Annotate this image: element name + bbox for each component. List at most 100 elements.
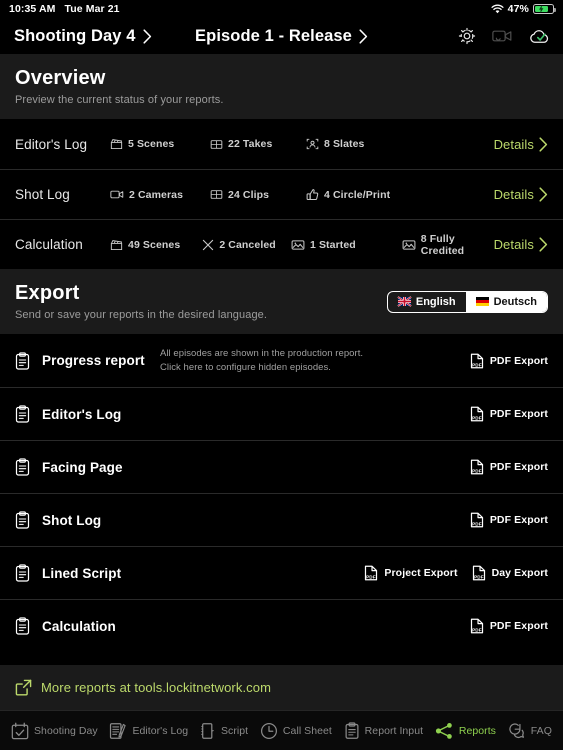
pdf-export-button[interactable]: PDF PDF Export <box>470 512 548 528</box>
settings-gear-icon[interactable] <box>458 27 476 45</box>
video-sync-icon[interactable] <box>492 28 513 44</box>
svg-text:PDF: PDF <box>472 415 482 420</box>
svg-text:PDF: PDF <box>472 468 482 473</box>
export-action-label: PDF Export <box>489 354 548 367</box>
episode-breadcrumb[interactable]: Episode 1 - Release <box>195 27 368 46</box>
export-action-label: Project Export <box>384 567 458 579</box>
cloud-synced-icon[interactable] <box>529 28 551 45</box>
export-row-lined-script[interactable]: Lined Script PDF Project Export PDF Day … <box>0 546 563 599</box>
tab-label: Script <box>220 724 249 737</box>
stat-circle-print: 4 Circle/Print <box>306 188 426 201</box>
pdf-export-button[interactable]: PDF PDF Export <box>470 618 548 634</box>
overview-row-stats: 5 Scenes 22 Takes 8 Slates <box>110 138 494 150</box>
export-note-line-1: All episodes are shown in the production… <box>160 347 364 359</box>
clapperboard-icon <box>110 138 123 150</box>
overview-row-editors-log[interactable]: Editor's Log 5 Scenes 22 Takes 8 Slates … <box>0 119 563 169</box>
details-label: Details <box>493 237 534 252</box>
pdf-icon: PDF <box>364 565 378 581</box>
tab-editors-log[interactable]: Editor's Log <box>106 722 191 740</box>
tab-label: Call Sheet <box>282 724 332 737</box>
stat-fully-credited: 8 Fully Credited <box>402 233 494 257</box>
export-row-name: Lined Script <box>42 565 122 581</box>
image-icon <box>402 239 416 251</box>
pdf-icon: PDF <box>470 618 484 634</box>
stat-takes: 22 Takes <box>210 138 306 150</box>
tab-call-sheet[interactable]: Call Sheet <box>257 722 335 740</box>
overview-header: Overview Preview the current status of y… <box>0 54 563 119</box>
wifi-icon <box>491 4 504 14</box>
language-option-deutsch[interactable]: Deutsch <box>465 291 547 312</box>
overview-row-title: Calculation <box>15 237 83 252</box>
script-page-icon <box>200 722 216 740</box>
export-action-label: PDF Export <box>489 514 548 526</box>
stat-text: 5 Scenes <box>128 138 175 150</box>
export-row-progress-report[interactable]: Progress report All episodes are shown i… <box>0 334 563 387</box>
pdf-export-button[interactable]: PDF PDF Export <box>470 353 548 369</box>
stat-text: 1 Started <box>309 238 356 251</box>
language-option-label: Deutsch <box>493 295 537 308</box>
clapperboard-icon <box>110 239 123 251</box>
tab-faq[interactable]: FAQ <box>505 722 555 739</box>
chevron-right-icon <box>539 136 548 152</box>
details-link[interactable]: Details <box>494 237 548 252</box>
export-header-text: Export Send or save your reports in the … <box>15 282 267 321</box>
export-note-line-2: Click here to configure hidden episodes. <box>160 361 331 373</box>
export-row-note: All episodes are shown in the production… <box>160 347 470 375</box>
language-option-english[interactable]: English <box>388 292 466 312</box>
details-link[interactable]: Details <box>494 137 548 152</box>
export-row-shot-log[interactable]: Shot Log PDF PDF Export <box>0 493 563 546</box>
uk-flag-icon <box>397 296 412 307</box>
camera-icon <box>110 189 124 200</box>
project-export-button[interactable]: PDF Project Export <box>364 565 457 581</box>
export-rows: Progress report All episodes are shown i… <box>0 334 563 652</box>
overview-row-title: Shot Log <box>15 187 70 202</box>
tab-label: Reports <box>458 724 496 737</box>
status-right-cluster: 47% <box>491 3 556 15</box>
svg-text:PDF: PDF <box>472 362 482 367</box>
slate-person-icon <box>306 138 319 150</box>
overview-title: Overview <box>15 67 106 89</box>
svg-text:PDF: PDF <box>472 627 482 632</box>
overview-row-stats: 2 Cameras 24 Clips 4 Circle/Print <box>110 188 494 201</box>
tab-reports[interactable]: Reports <box>432 722 499 740</box>
stat-canceled: 2 Canceled <box>202 239 291 251</box>
details-label: Details <box>493 187 534 202</box>
overview-row-calculation[interactable]: Calculation 49 Scenes 2 Canceled 1 Start… <box>0 219 563 269</box>
image-icon <box>291 239 305 251</box>
chevron-right-icon <box>539 187 548 202</box>
export-title: Export <box>15 282 80 304</box>
pdf-export-button[interactable]: PDF PDF Export <box>470 459 548 475</box>
export-header: Export Send or save your reports in the … <box>0 269 563 334</box>
export-row-editors-log[interactable]: Editor's Log PDF PDF Export <box>0 387 563 440</box>
more-reports-link[interactable]: More reports at tools.lockitnetwork.com <box>0 665 563 710</box>
export-row-facing-page[interactable]: Facing Page PDF PDF Export <box>0 440 563 493</box>
pdf-icon: PDF <box>470 459 484 475</box>
export-row-name: Editor's Log <box>42 406 122 422</box>
overview-rows: Editor's Log 5 Scenes 22 Takes 8 Slates … <box>0 119 563 269</box>
tab-report-input[interactable]: Report Input <box>341 721 426 740</box>
details-label: Details <box>493 136 534 152</box>
status-time: 10:35 AM <box>9 3 56 15</box>
more-reports-label: More reports at tools.lockitnetwork.com <box>41 680 272 695</box>
export-row-calculation[interactable]: Calculation PDF PDF Export <box>0 599 563 652</box>
tab-shooting-day[interactable]: Shooting Day <box>8 722 101 740</box>
x-cancel-icon <box>202 239 214 251</box>
day-export-button[interactable]: PDF Day Export <box>472 565 548 581</box>
filmstrip-icon <box>210 139 223 150</box>
stat-text: 8 Slates <box>324 138 365 150</box>
svg-text:PDF: PDF <box>472 521 482 526</box>
details-link[interactable]: Details <box>494 187 548 202</box>
export-subtitle: Send or save your reports in the desired… <box>15 309 268 321</box>
navigation-bar: Shooting Day 4 Episode 1 - Release <box>0 18 563 54</box>
navbar-icon-group <box>458 27 551 45</box>
overview-row-shot-log[interactable]: Shot Log 2 Cameras 24 Clips 4 Circle/Pri… <box>0 169 563 219</box>
language-toggle[interactable]: English Deutsch <box>386 290 548 313</box>
speech-bubbles-icon <box>508 722 526 739</box>
shooting-day-breadcrumb[interactable]: Shooting Day 4 <box>14 27 152 46</box>
thumbs-up-icon <box>306 188 319 201</box>
pdf-export-button[interactable]: PDF PDF Export <box>470 406 548 422</box>
clock-icon <box>260 722 278 740</box>
clipboard-icon <box>15 511 30 529</box>
export-row-actions: PDF PDF Export <box>470 406 548 422</box>
tab-script[interactable]: Script <box>197 722 251 740</box>
